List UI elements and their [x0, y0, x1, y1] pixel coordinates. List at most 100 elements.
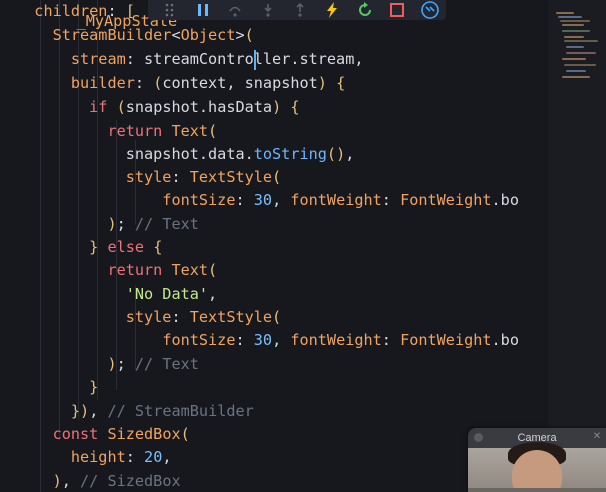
code-token: ) — [336, 145, 346, 163]
debug-toolbar — [148, 0, 446, 20]
person-face — [512, 450, 562, 492]
code-line[interactable]: builder: (context, snapshot) { — [16, 72, 345, 94]
code-line[interactable]: ); // Text — [16, 353, 198, 375]
code-token: ; — [116, 215, 135, 233]
code-line[interactable]: } else { — [16, 236, 162, 258]
code-token: ( — [272, 308, 282, 326]
code-editor[interactable]: _MyAppState children: [ StreamBuilder<Ob… — [0, 0, 606, 492]
code-line[interactable]: const SizedBox( — [16, 423, 190, 445]
minimap[interactable] — [548, 0, 606, 492]
code-token: TextStyle — [189, 308, 273, 326]
code-token: ( — [116, 98, 126, 116]
code-token: Text — [171, 122, 209, 140]
code-token: ; — [116, 355, 135, 373]
code-token: toString — [253, 145, 327, 163]
code-token: ) — [107, 215, 117, 233]
code-token: 30 — [253, 191, 273, 209]
close-icon[interactable]: ✕ — [592, 432, 602, 442]
code-token: } — [89, 238, 99, 256]
code-line[interactable]: ); // Text — [16, 213, 199, 235]
step-into-icon[interactable] — [251, 0, 283, 20]
code-line[interactable]: style: TextStyle( — [16, 166, 281, 188]
code-line[interactable]: ), // SizedBox — [16, 470, 181, 492]
code-token: , — [162, 448, 172, 466]
code-token: ( — [244, 26, 254, 44]
lightning-icon[interactable] — [316, 0, 348, 20]
grip-icon[interactable] — [154, 0, 186, 20]
code-token: : — [125, 448, 145, 466]
code-token: ) — [107, 355, 117, 373]
code-token: snapshot.hasData — [125, 98, 273, 116]
code-token: else — [107, 238, 145, 256]
code-token: children — [34, 2, 108, 20]
code-token: // Text — [134, 215, 199, 233]
code-line[interactable]: } — [16, 376, 98, 398]
code-line[interactable]: if (snapshot.hasData) { — [16, 96, 299, 118]
code-line[interactable]: 'No Data', — [16, 283, 217, 305]
code-line[interactable]: StreamBuilder<Object>( — [16, 24, 254, 46]
code-token: TextStyle — [189, 168, 273, 186]
text-cursor — [254, 50, 256, 70]
code-line[interactable]: fontSize: 30, fontWeight: FontWeight.bo — [16, 329, 519, 351]
code-line[interactable]: return Text( — [16, 120, 217, 142]
code-token: style — [125, 308, 172, 326]
code-token: : — [235, 331, 254, 349]
camera-window[interactable]: Camera ✕ — [468, 428, 606, 492]
code-token: ) — [80, 402, 90, 420]
camera-window-dot-icon — [474, 433, 483, 442]
code-token: : streamController.stream, — [125, 50, 364, 68]
code-token: , — [272, 331, 291, 349]
code-token: : — [171, 168, 190, 186]
code-token: StreamBuilder — [52, 26, 172, 44]
code-token: style — [125, 168, 172, 186]
code-line[interactable]: snapshot.data.toString(), — [16, 143, 355, 165]
code-line[interactable]: height: 20, — [16, 446, 172, 468]
code-token: return — [107, 122, 163, 140]
stop-icon[interactable] — [381, 0, 413, 20]
code-line[interactable]: }), // StreamBuilder — [16, 400, 254, 422]
person-clothing — [468, 488, 606, 492]
step-out-icon[interactable] — [284, 0, 316, 20]
code-token: 30 — [253, 331, 273, 349]
code-token: } — [89, 378, 99, 396]
devtools-icon[interactable] — [414, 0, 446, 20]
code-line[interactable]: return Text( — [16, 259, 217, 281]
code-token: ( — [180, 425, 190, 443]
code-token: : — [381, 191, 401, 209]
code-token: fontWeight — [290, 331, 382, 349]
code-line[interactable]: children: [ — [16, 0, 135, 22]
code-token: height — [70, 448, 126, 466]
code-token: Object — [180, 26, 236, 44]
code-token: , — [345, 145, 355, 163]
code-token: // StreamBuilder — [107, 402, 254, 420]
code-token: 'No Data' — [125, 285, 209, 303]
camera-feed — [468, 442, 606, 492]
code-line[interactable]: fontSize: 30, fontWeight: FontWeight.bo — [16, 189, 519, 211]
code-line[interactable]: style: TextStyle( — [16, 306, 281, 328]
code-token: builder — [70, 74, 135, 92]
code-token: : — [134, 74, 154, 92]
code-token: stream — [70, 50, 126, 68]
step-over-icon[interactable] — [219, 0, 251, 20]
code-token: .bo — [491, 191, 519, 209]
restart-icon[interactable] — [349, 0, 381, 20]
pause-icon[interactable] — [186, 0, 218, 20]
code-token: : — [381, 331, 401, 349]
code-line[interactable]: stream: streamController.stream, — [16, 48, 364, 70]
code-token: < — [171, 26, 181, 44]
